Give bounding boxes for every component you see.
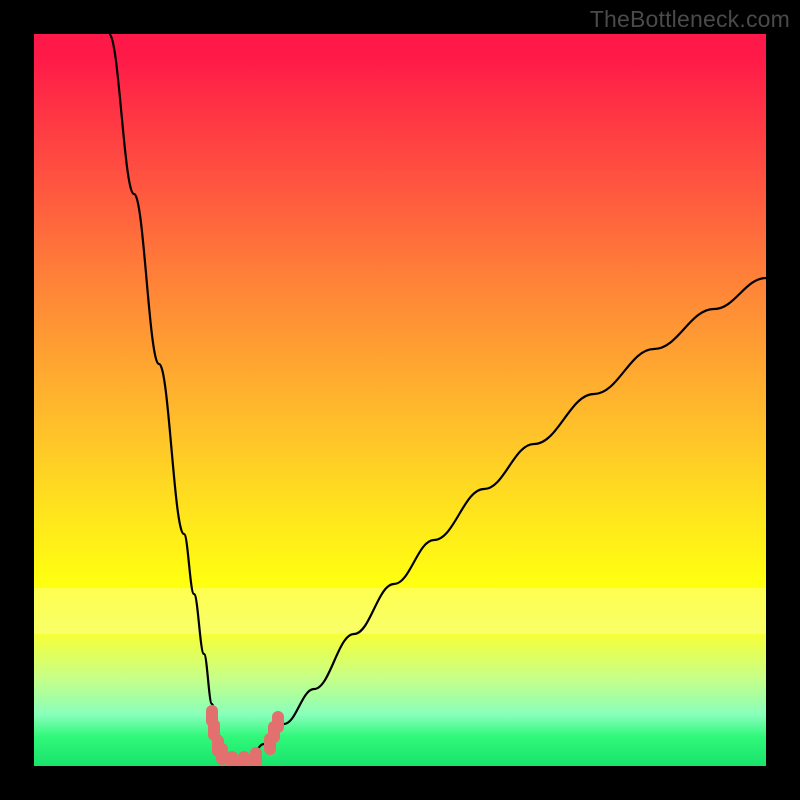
- watermark-text: TheBottleneck.com: [590, 6, 790, 33]
- bottleneck-curve: [109, 34, 766, 762]
- data-marker: [238, 751, 250, 766]
- data-marker: [272, 711, 284, 733]
- marker-layer: [206, 705, 284, 766]
- plot-area: [34, 34, 766, 766]
- chart-svg: [34, 34, 766, 766]
- data-marker: [250, 747, 262, 766]
- chart-frame: TheBottleneck.com: [0, 0, 800, 800]
- data-marker: [226, 751, 238, 766]
